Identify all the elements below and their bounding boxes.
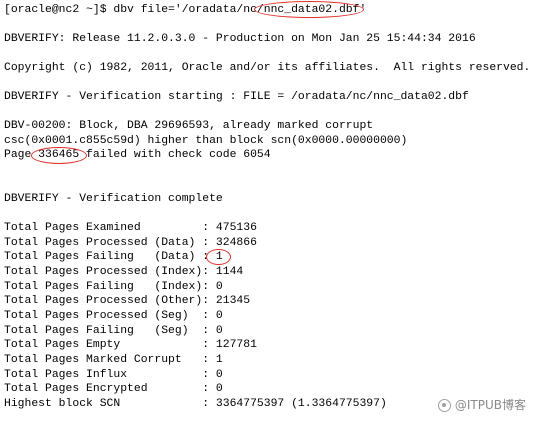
terminal-output: [oracle@nc2 ~]$ dbv file='/oradata/nc/nn… (0, 0, 536, 416)
stat-line: Total Pages Processed (Index): 1144 (4, 266, 244, 278)
stat-line: Total Pages Processed (Other): 21345 (4, 295, 251, 307)
copyright-line: Copyright (c) 1982, 2011, Oracle and/or … (4, 62, 531, 74)
watermark: @ITPUB博客 (437, 398, 526, 412)
verification-complete-line: DBVERIFY - Verification complete (4, 193, 223, 205)
stat-line: Total Pages Examined : 475136 (4, 222, 257, 234)
stat-line: Total Pages Processed (Seg) : 0 (4, 310, 223, 322)
stat-line: Total Pages Empty : 127781 (4, 339, 257, 351)
stat-line: Total Pages Encrypted : 0 (4, 383, 223, 395)
failing-count-highlight-ellipse (206, 249, 231, 265)
stat-line: Highest block SCN : 3364775397 (1.336477… (4, 398, 387, 410)
watermark-text: @ITPUB博客 (454, 398, 526, 412)
stat-line: Total Pages Influx : 0 (4, 369, 223, 381)
page-number-highlight-ellipse (31, 147, 87, 164)
verification-start-line: DBVERIFY - Verification starting : FILE … (4, 91, 469, 103)
stat-line: Total Pages Marked Corrupt : 1 (4, 354, 223, 366)
dbverify-release-line: DBVERIFY: Release 11.2.0.3.0 - Productio… (4, 33, 476, 45)
stat-line: Total Pages Failing (Seg) : 0 (4, 325, 223, 337)
itpub-logo-icon (437, 398, 451, 412)
stat-line: Total Pages Failing (Data) : 1 (4, 251, 223, 263)
error-code-line: DBV-00200: Block, DBA 29696593, already … (4, 120, 374, 132)
filename-highlight-ellipse (254, 1, 364, 18)
stat-line: Total Pages Failing (Index): 0 (4, 281, 223, 293)
